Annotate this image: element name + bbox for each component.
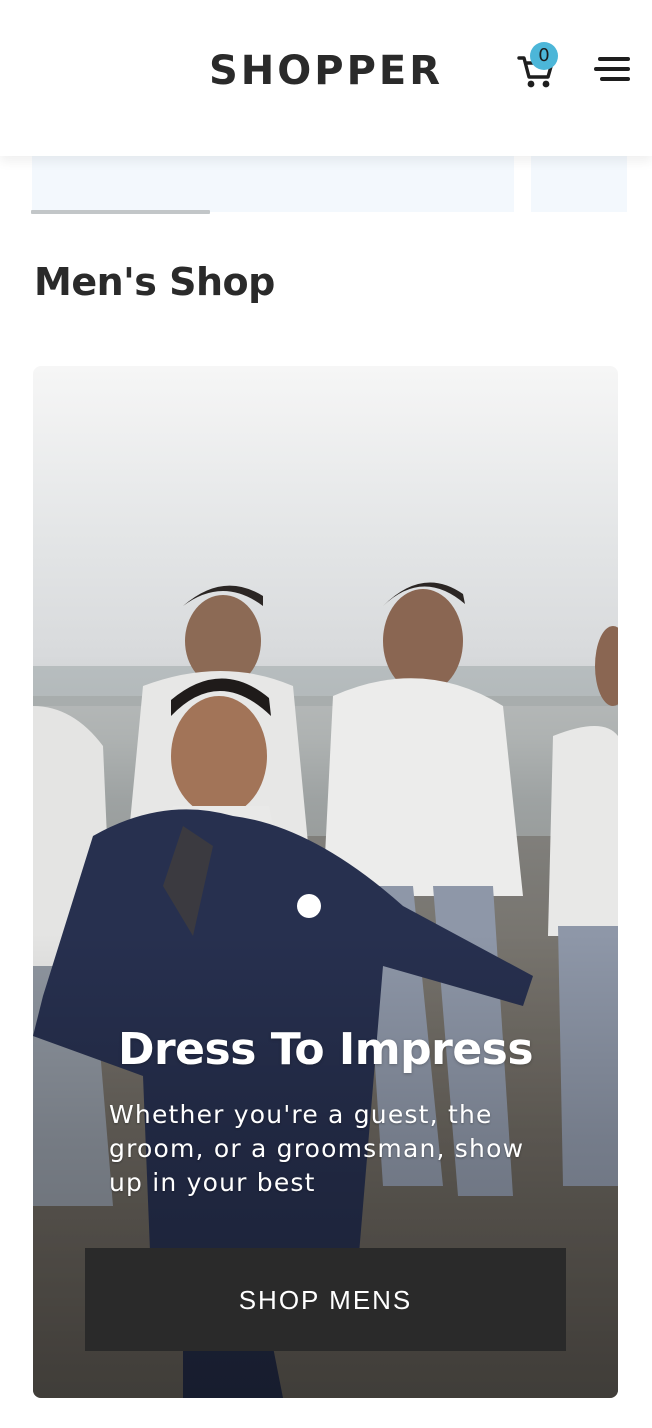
shop-mens-button[interactable]: SHOP MENS [85,1248,566,1351]
menu-line [600,77,630,81]
carousel-slide[interactable] [32,156,514,212]
app-screen: SHOPPER 0 Men's Shop Dress To Impress Wh… [0,0,652,1428]
hamburger-menu-icon[interactable] [594,54,630,84]
section-title: Men's Shop [34,260,275,304]
cart-count-badge: 0 [530,42,558,70]
hero-title: Dress To Impress [117,1024,534,1075]
carousel-slide-next[interactable] [531,156,627,212]
carousel-progress-fill [31,210,210,214]
hero-card: Dress To Impress Whether you're a guest,… [33,366,618,1398]
hero-shade-overlay [33,366,618,1398]
menu-line [598,57,630,61]
top-header: SHOPPER 0 [0,0,652,156]
hero-subtitle: Whether you're a guest, the groom, or a … [109,1100,525,1197]
menu-line [594,67,630,71]
carousel-progress-track [31,210,627,214]
